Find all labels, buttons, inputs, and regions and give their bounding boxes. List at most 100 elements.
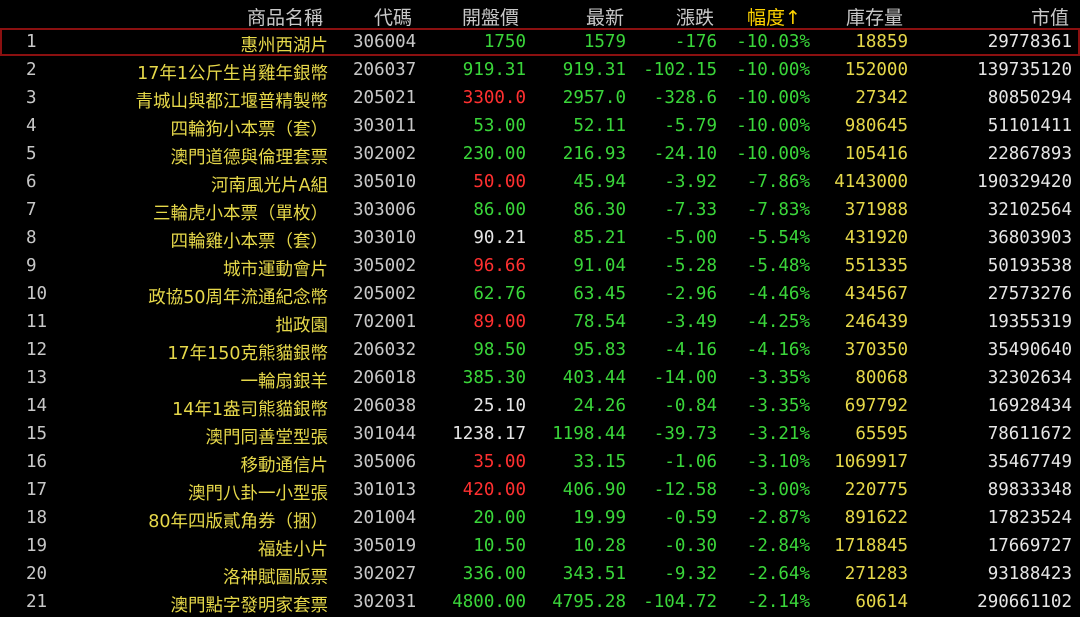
row-code: 302002 (353, 144, 417, 164)
row-name: 澳門道德與倫理套票 (170, 148, 329, 168)
row-market-value: 139735120 (977, 60, 1072, 80)
row-code: 205002 (353, 284, 417, 304)
row-change-pct: -2.87% (746, 508, 810, 528)
row-open-price: 89.00 (473, 312, 526, 332)
row-change-pct: -2.64% (746, 564, 810, 584)
row-code: 206032 (353, 340, 417, 360)
header-change[interactable]: 漲跌 (676, 3, 714, 30)
row-change: -2.96 (664, 284, 717, 304)
row-index: 15 (26, 424, 48, 444)
row-stock: 271283 (844, 564, 908, 584)
row-open-price: 336.00 (462, 564, 526, 584)
row-last-price: 343.51 (562, 564, 626, 584)
table-row[interactable]: 15 澳門同善堂型張 301044 1238.17 1198.44 -39.73 -3.21… (0, 420, 1080, 448)
row-code: 702001 (353, 312, 417, 332)
table-row[interactable]: 3 青城山與都江堰普精製幣 205021 3300.0 2957.0 -328.6 -10.… (0, 84, 1080, 112)
row-index: 5 (26, 144, 37, 164)
row-open-price: 98.50 (473, 340, 526, 360)
row-open-price: 25.10 (473, 396, 526, 416)
row-index: 2 (26, 60, 37, 80)
row-change-pct: -10.03% (736, 32, 810, 52)
row-stock: 1069917 (834, 452, 908, 472)
table-row[interactable]: 18 80年四版貳角券（捆） 201004 20.00 19.99 -0.59 -2.87%… (0, 504, 1080, 532)
row-open-price: 20.00 (473, 508, 526, 528)
row-code: 305019 (353, 536, 417, 556)
table-row[interactable]: 10 政協50周年流通紀念幣 205002 62.76 63.45 -2.96 -4.46%… (0, 280, 1080, 308)
row-last-price: 19.99 (573, 508, 626, 528)
row-change: -9.32 (664, 564, 717, 584)
row-last-price: 403.44 (562, 368, 626, 388)
header-pct-sorted[interactable]: 幅度↑ (747, 3, 801, 30)
header-stock[interactable]: 庫存量 (846, 3, 903, 30)
row-last-price: 1198.44 (552, 424, 626, 444)
table-row[interactable]: 5 澳門道德與倫理套票 302002 230.00 216.93 -24.10 -10.00… (0, 140, 1080, 168)
row-market-value: 17823524 (987, 508, 1072, 528)
row-market-value: 17669727 (987, 536, 1072, 556)
row-change-pct: -3.10% (746, 452, 810, 472)
row-name: 澳門八卦一小型張 (188, 484, 328, 504)
row-change: -104.72 (643, 592, 717, 612)
row-market-value: 93188423 (987, 564, 1072, 584)
row-change: -0.59 (664, 508, 717, 528)
table-row[interactable]: 16 移動通信片 305006 35.00 33.15 -1.06 -3.10% 106991… (0, 448, 1080, 476)
table-row[interactable]: 11 拙政園 702001 89.00 78.54 -3.49 -4.25% 246439 19… (0, 308, 1080, 336)
row-name: 澳門點字發明家套票 (170, 596, 329, 616)
row-stock: 80068 (855, 368, 908, 388)
header-open[interactable]: 開盤價 (462, 3, 519, 30)
row-name: 三輪虎小本票（單枚） (153, 204, 328, 224)
row-index: 16 (26, 452, 48, 472)
row-index: 6 (26, 172, 37, 192)
row-change: -102.15 (643, 60, 717, 80)
row-last-price: 78.54 (573, 312, 626, 332)
row-index: 7 (26, 200, 37, 220)
row-last-price: 85.21 (573, 228, 626, 248)
row-stock: 18859 (855, 32, 908, 52)
row-stock: 980645 (844, 116, 908, 136)
row-stock: 434567 (844, 284, 908, 304)
row-change: -7.33 (664, 200, 717, 220)
header-market-value[interactable]: 市值 (1031, 3, 1069, 30)
header-code[interactable]: 代碼 (374, 3, 412, 30)
table-row[interactable]: 19 福娃小片 305019 10.50 10.28 -0.30 -2.84% 1718845… (0, 532, 1080, 560)
header-last[interactable]: 最新 (586, 3, 624, 30)
row-open-price: 62.76 (473, 284, 526, 304)
row-last-price: 2957.0 (562, 88, 626, 108)
row-market-value: 16928434 (987, 396, 1072, 416)
table-row[interactable]: 8 四輪雞小本票（套） 303010 90.21 85.21 -5.00 -5.54% 431… (0, 224, 1080, 252)
table-row[interactable]: 13 一輪扇銀羊 206018 385.30 403.44 -14.00 -3.35% 800… (0, 364, 1080, 392)
row-name: 移動通信片 (240, 456, 329, 476)
row-market-value: 190329420 (977, 172, 1072, 192)
row-open-price: 35.00 (473, 452, 526, 472)
table-row[interactable]: 20 洛神賦圖版票 302027 336.00 343.51 -9.32 -2.64% 271… (0, 560, 1080, 588)
header-name[interactable]: 商品名稱 (247, 3, 323, 30)
table-row[interactable]: 1 惠州西湖片 306004 1750 1579 -176 -10.03% 18859 2977… (0, 28, 1080, 56)
row-code: 306004 (353, 32, 417, 52)
table-row[interactable]: 7 三輪虎小本票（單枚） 303006 86.00 86.30 -7.33 -7.83% 37… (0, 196, 1080, 224)
table-row[interactable]: 2 17年1公斤生肖雞年銀幣 206037 919.31 919.31 -102.15 -1… (0, 56, 1080, 84)
row-code: 302031 (353, 592, 417, 612)
row-index: 10 (26, 284, 48, 304)
row-name: 拙政園 (275, 316, 329, 336)
row-open-price: 3300.0 (462, 88, 526, 108)
table-row[interactable]: 9 城市運動會片 305002 96.66 91.04 -5.28 -5.48% 551335… (0, 252, 1080, 280)
row-open-price: 90.21 (473, 228, 526, 248)
table-row[interactable]: 12 17年150克熊貓銀幣 206032 98.50 95.83 -4.16 -4.16%… (0, 336, 1080, 364)
table-row[interactable]: 17 澳門八卦一小型張 301013 420.00 406.90 -12.58 -3.00%… (0, 476, 1080, 504)
row-index: 19 (26, 536, 48, 556)
row-market-value: 290661102 (977, 592, 1072, 612)
row-open-price: 96.66 (473, 256, 526, 276)
table-row[interactable]: 4 四輪狗小本票（套） 303011 53.00 52.11 -5.79 -10.00% 98… (0, 112, 1080, 140)
row-change-pct: -4.46% (746, 284, 810, 304)
table-row[interactable]: 21 澳門點字發明家套票 302031 4800.00 4795.28 -104.72 -2… (0, 588, 1080, 616)
row-change: -39.73 (653, 424, 717, 444)
row-market-value: 27573276 (987, 284, 1072, 304)
row-change: -14.00 (653, 368, 717, 388)
table-row[interactable]: 14 14年1盎司熊貓銀幣 206038 25.10 24.26 -0.84 -3.35% 6… (0, 392, 1080, 420)
table-row[interactable]: 6 河南風光片A組 305010 50.00 45.94 -3.92 -7.86% 41430… (0, 168, 1080, 196)
row-code: 206037 (353, 60, 417, 80)
row-code: 206038 (353, 396, 417, 416)
row-open-price: 86.00 (473, 200, 526, 220)
row-change: -0.84 (664, 396, 717, 416)
row-name: 福娃小片 (258, 540, 328, 560)
row-last-price: 52.11 (573, 116, 626, 136)
